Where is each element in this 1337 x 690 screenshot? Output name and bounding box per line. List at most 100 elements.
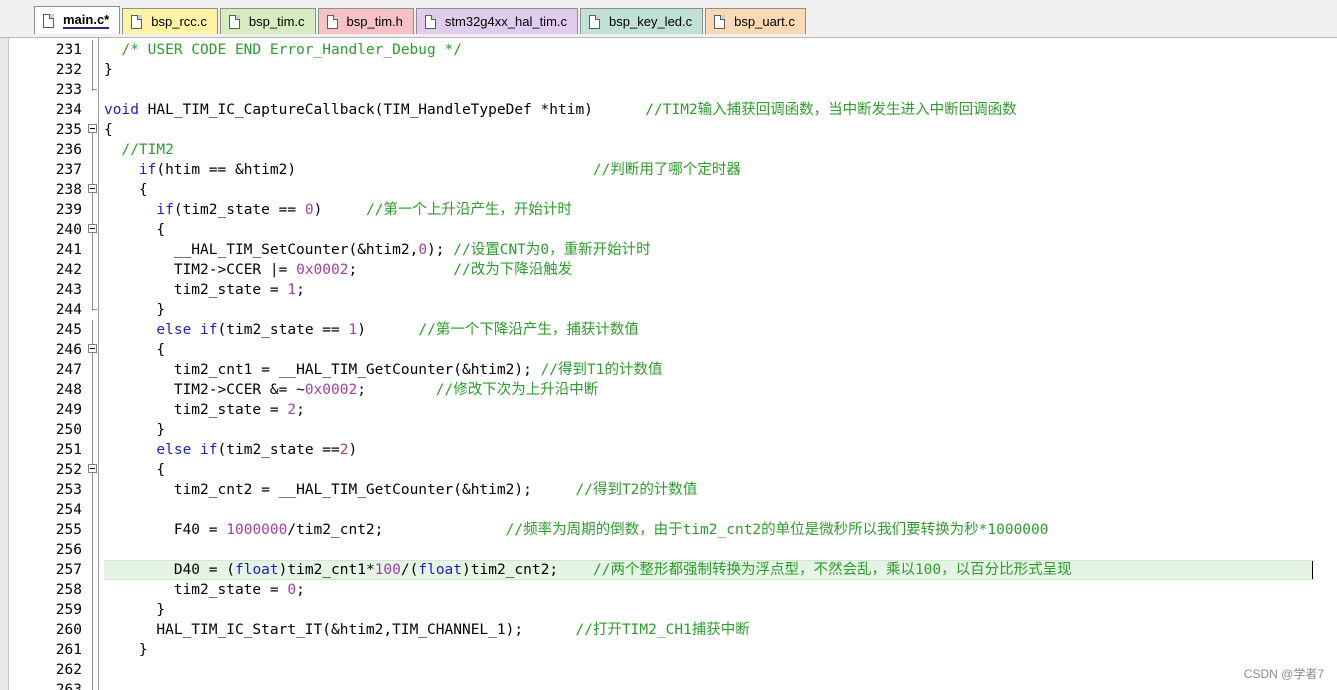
code-line[interactable]: 239 if(tim2_state == 0) //第一个上升沿产生，开始计时 [0, 200, 1337, 220]
code-line[interactable]: 252 { [0, 460, 1337, 480]
code-line[interactable]: 250 } [0, 420, 1337, 440]
code-line[interactable]: 251 else if(tim2_state ==2) [0, 440, 1337, 460]
editor-window: main.c* bsp_rcc.c bsp_tim.c bsp_tim.h st… [0, 0, 1337, 690]
code-line[interactable]: 261 } [0, 640, 1337, 660]
code-text[interactable]: tim2_state = 0; [104, 580, 305, 600]
code-editor[interactable]: 231 /* USER CODE END Error_Handler_Debug… [0, 38, 1337, 690]
code-line[interactable]: 247 tim2_cnt1 = __HAL_TIM_GetCounter(&ht… [0, 360, 1337, 380]
collapse-icon[interactable] [88, 184, 97, 193]
code-line[interactable]: 254 [0, 500, 1337, 520]
fold-gutter[interactable] [87, 460, 100, 480]
code-line[interactable]: 242 TIM2->CCER |= 0x0002; //改为下降沿触发 [0, 260, 1337, 280]
code-line[interactable]: 263 [0, 680, 1337, 690]
code-line[interactable]: 245 else if(tim2_state == 1) //第一个下降沿产生，… [0, 320, 1337, 340]
code-line[interactable]: 255 F40 = 1000000/tim2_cnt2; //频率为周期的倒数，… [0, 520, 1337, 540]
tab-bsp-tim-c[interactable]: bsp_tim.c [219, 8, 316, 34]
code-line[interactable]: 241 __HAL_TIM_SetCounter(&htim2,0); //设置… [0, 240, 1337, 260]
code-line[interactable]: 262 [0, 660, 1337, 680]
tab-main-c[interactable]: main.c* [34, 6, 121, 34]
fold-gutter [87, 280, 100, 300]
file-icon [714, 14, 726, 29]
code-text[interactable]: tim2_cnt2 = __HAL_TIM_GetCounter(&htim2)… [104, 480, 698, 500]
line-number: 243 [55, 282, 82, 298]
code-text[interactable]: { [104, 340, 165, 360]
tab-bsp-rcc-c[interactable]: bsp_rcc.c [122, 8, 218, 34]
line-number: 259 [55, 602, 82, 618]
code-text[interactable]: { [104, 460, 165, 480]
code-line[interactable]: 244 } [0, 300, 1337, 320]
code-text[interactable]: TIM2->CCER &= ~0x0002; //修改下次为上升沿中断 [104, 380, 598, 400]
collapse-icon[interactable] [88, 344, 97, 353]
fold-gutter [87, 500, 100, 520]
fold-gutter[interactable] [87, 220, 100, 240]
code-line[interactable]: 238 { [0, 180, 1337, 200]
code-line[interactable]: 246 { [0, 340, 1337, 360]
code-line[interactable]: 234 void HAL_TIM_IC_CaptureCallback(TIM_H… [0, 100, 1337, 120]
code-text[interactable]: } [104, 300, 165, 320]
code-text[interactable]: } [104, 60, 113, 80]
fold-gutter [87, 420, 100, 440]
code-line[interactable]: 258 tim2_state = 0; [0, 580, 1337, 600]
code-text[interactable]: __HAL_TIM_SetCounter(&htim2,0); //设置CNT为… [104, 240, 651, 260]
tab-bsp-key-led-c[interactable]: bsp_key_led.c [580, 8, 704, 34]
line-number: 233 [55, 82, 82, 98]
code-text[interactable]: tim2_state = 2; [104, 400, 305, 420]
code-text[interactable]: //TIM2 [104, 140, 173, 160]
code-line[interactable]: 249 tim2_state = 2; [0, 400, 1337, 420]
code-text[interactable]: /* USER CODE END Error_Handler_Debug */ [104, 40, 461, 60]
code-text[interactable]: F40 = 1000000/tim2_cnt2; //频率为周期的倒数，由于ti… [104, 520, 1049, 540]
tab-label: bsp_uart.c [734, 14, 795, 29]
code-text[interactable]: else if(tim2_state ==2) [104, 440, 357, 460]
code-line[interactable]: 248 TIM2->CCER &= ~0x0002; //修改下次为上升沿中断 [0, 380, 1337, 400]
code-text[interactable]: } [104, 640, 148, 660]
code-line[interactable]: 233 [0, 80, 1337, 100]
fold-gutter [87, 320, 100, 340]
code-text[interactable]: tim2_state = 1; [104, 280, 305, 300]
code-text[interactable]: HAL_TIM_IC_Start_IT(&htim2,TIM_CHANNEL_1… [104, 620, 749, 640]
line-number: 248 [55, 382, 82, 398]
collapse-icon[interactable] [88, 224, 97, 233]
code-text[interactable]: D40 = (float)tim2_cnt1*100/(float)tim2_c… [104, 560, 1072, 580]
code-text[interactable]: } [104, 600, 165, 620]
fold-gutter [87, 580, 100, 600]
line-number: 257 [55, 562, 82, 578]
code-line[interactable]: 235 { [0, 120, 1337, 140]
code-line[interactable]: 257 D40 = (float)tim2_cnt1*100/(float)ti… [0, 560, 1337, 580]
fold-gutter[interactable] [87, 180, 100, 200]
code-text[interactable]: TIM2->CCER |= 0x0002; //改为下降沿触发 [104, 260, 572, 280]
code-line[interactable]: 253 tim2_cnt2 = __HAL_TIM_GetCounter(&ht… [0, 480, 1337, 500]
code-line[interactable]: 237 if(htim == &htim2) //判断用了哪个定时器 [0, 160, 1337, 180]
code-text[interactable]: else if(tim2_state == 1) //第一个下降沿产生，捕获计数… [104, 320, 638, 340]
code-line[interactable]: 260 HAL_TIM_IC_Start_IT(&htim2,TIM_CHANN… [0, 620, 1337, 640]
fold-gutter [87, 360, 100, 380]
collapse-icon[interactable] [88, 464, 97, 473]
code-text[interactable]: if(htim == &htim2) //判断用了哪个定时器 [104, 160, 741, 180]
fold-gutter[interactable] [87, 120, 100, 140]
code-line[interactable]: 243 tim2_state = 1; [0, 280, 1337, 300]
code-line[interactable]: 259 } [0, 600, 1337, 620]
code-line[interactable]: 232} [0, 60, 1337, 80]
code-text[interactable]: void HAL_TIM_IC_CaptureCallback(TIM_Hand… [104, 100, 1017, 120]
code-text[interactable]: if(tim2_state == 0) //第一个上升沿产生，开始计时 [104, 200, 572, 220]
collapse-icon[interactable] [88, 124, 97, 133]
code-line[interactable]: 256 [0, 540, 1337, 560]
tab-bsp-uart-c[interactable]: bsp_uart.c [705, 8, 806, 34]
code-text[interactable]: { [104, 120, 113, 140]
fold-gutter[interactable] [87, 340, 100, 360]
code-line[interactable]: 231 /* USER CODE END Error_Handler_Debug… [0, 40, 1337, 60]
code-text[interactable]: tim2_cnt1 = __HAL_TIM_GetCounter(&htim2)… [104, 360, 663, 380]
code-line[interactable]: 240 { [0, 220, 1337, 240]
line-number: 234 [55, 102, 82, 118]
line-number: 253 [55, 482, 82, 498]
code-lines: 231 /* USER CODE END Error_Handler_Debug… [0, 40, 1337, 690]
code-text[interactable]: { [104, 180, 148, 200]
code-line[interactable]: 236 //TIM2 [0, 140, 1337, 160]
tab-bsp-tim-h[interactable]: bsp_tim.h [317, 8, 414, 34]
tab-stm32g4xx-hal-tim-c[interactable]: stm32g4xx_hal_tim.c [415, 8, 579, 34]
code-text[interactable]: } [104, 420, 165, 440]
file-icon [589, 14, 601, 29]
code-text[interactable]: { [104, 220, 165, 240]
file-icon [131, 14, 143, 29]
fold-gutter [87, 160, 100, 180]
file-icon [228, 14, 240, 29]
